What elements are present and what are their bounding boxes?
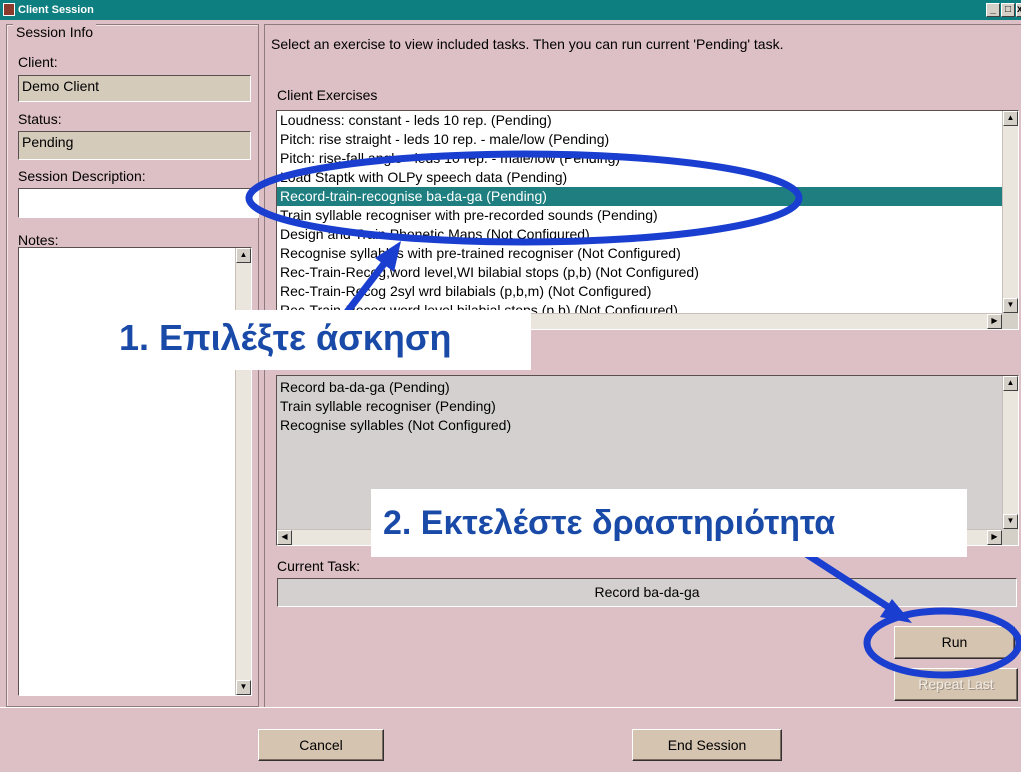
annotation-box-1: 1. Επιλέξτε άσκηση [105, 310, 531, 370]
annotation-step1: 1. Επιλέξτε άσκηση [119, 317, 452, 358]
annotation-box-2: 2. Εκτελέστε δραστηριότητα [371, 489, 967, 557]
annotation-arrow-2 [795, 545, 898, 615]
annotation-ellipse-exercise [245, 150, 803, 246]
annotation-step2: 2. Εκτελέστε δραστηριότητα [383, 504, 836, 542]
annotation-ellipse-run [863, 607, 1021, 679]
annotation-overlay [245, 150, 1021, 679]
